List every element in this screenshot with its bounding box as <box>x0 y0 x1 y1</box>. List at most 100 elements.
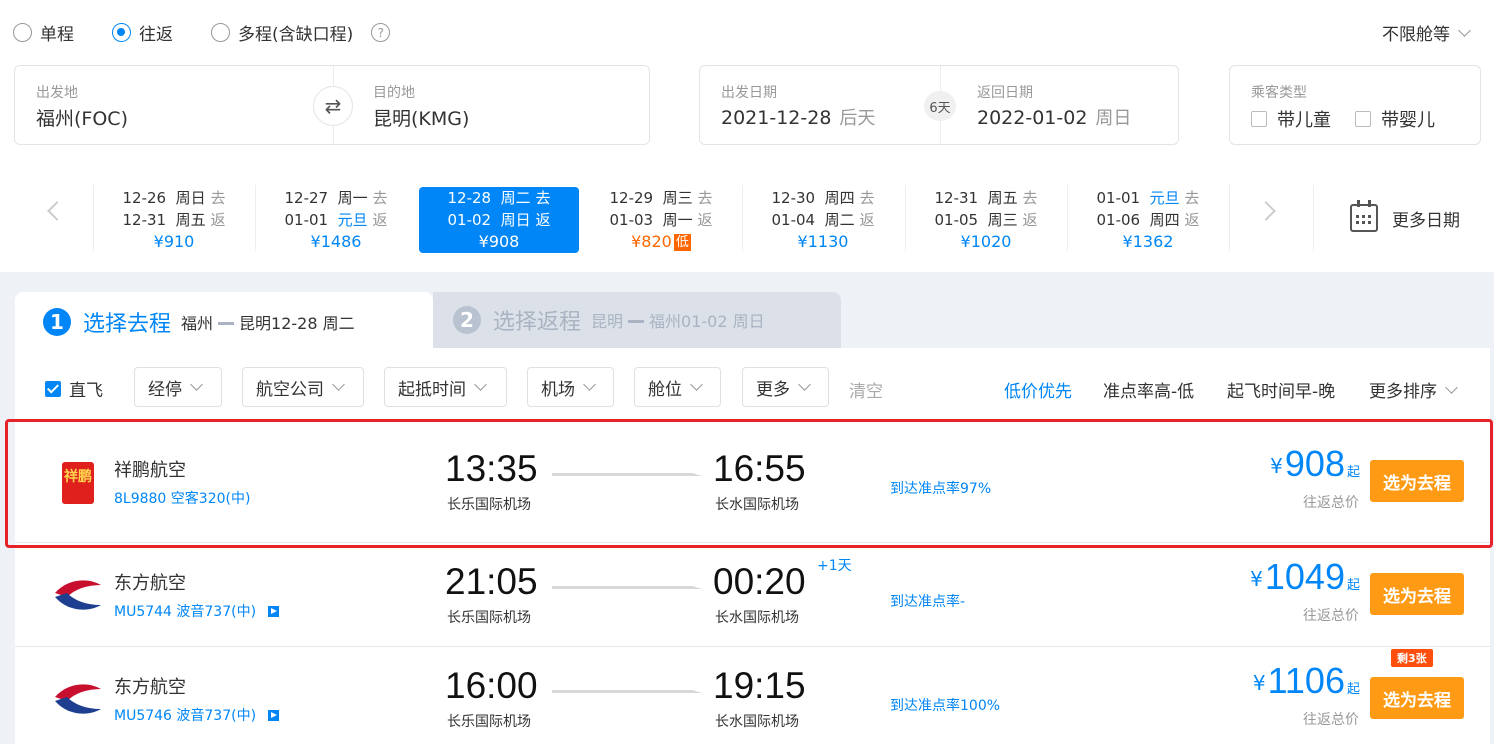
back-day: 周二 <box>824 211 855 229</box>
chevron-left-icon[interactable] <box>47 201 67 221</box>
date-option[interactable]: 12-27 周一 去 01-01 元旦 返 ¥1486 <box>256 187 416 253</box>
step-number: 1 <box>43 308 71 336</box>
go-marker: 去 <box>210 189 226 207</box>
date-option[interactable]: 12-26 周日 去 12-31 周五 返 ¥910 <box>94 187 254 253</box>
clear-filters-button[interactable]: 清空 <box>849 377 883 402</box>
flight-row: 东方航空 MU5744 波音737(中) 21:05 长乐国际机场 00:20 … <box>15 542 1490 646</box>
cabin-class-dropdown[interactable]: 不限舱等 <box>1382 20 1471 45</box>
to-input[interactable]: 昆明(KMG) <box>373 104 469 131</box>
tab-to: 福州 <box>649 312 682 331</box>
flight-row: 东方航空 MU5746 波音737(中) 16:00 长乐国际机场 19:15 … <box>15 646 1490 744</box>
direct-flight-checkbox[interactable]: 直飞 <box>45 376 103 401</box>
back-day: 元旦 <box>337 211 368 229</box>
filter-more[interactable]: 更多 <box>742 367 829 407</box>
go-date: 12-26 <box>122 189 167 207</box>
total-price-label: 往返总价 <box>1303 712 1359 728</box>
flight-number-text: MU5746 波音737(中) <box>114 708 257 724</box>
chevron-down-icon <box>1458 23 1471 37</box>
select-outbound-button[interactable]: 选为去程 <box>1370 677 1464 719</box>
radio-icon <box>13 23 32 42</box>
go-day: 周四 <box>824 189 855 207</box>
radio-one-way[interactable]: 单程 <box>13 20 74 45</box>
filter-stopover[interactable]: 经停 <box>134 367 222 407</box>
go-day: 周日 <box>175 189 206 207</box>
back-day: 周日 <box>500 211 531 229</box>
go-date: 12-27 <box>284 189 329 207</box>
return-date-input[interactable]: 2022-01-02 周日 <box>977 104 1131 130</box>
go-day: 周二 <box>500 189 531 207</box>
flight-number[interactable]: 8L9880 空客320(中) <box>114 488 250 508</box>
sort-ontime-rate[interactable]: 准点率高-低 <box>1103 377 1194 402</box>
go-day: 周一 <box>337 189 368 207</box>
depart-date-sub: 后天 <box>839 108 876 129</box>
to-label: 目的地 <box>373 85 415 101</box>
flight-row: 祥鹏 祥鹏航空 8L9880 空客320(中) 13:35 长乐国际机场 16:… <box>15 430 1490 534</box>
radio-multi-city[interactable]: 多程(含缺口程) <box>211 20 353 45</box>
departure-time: 13:35 <box>445 448 538 489</box>
go-marker: 去 <box>372 189 388 207</box>
filter-time[interactable]: 起抵时间 <box>384 367 507 407</box>
infant-checkbox[interactable]: 带婴儿 <box>1355 106 1435 132</box>
date-option[interactable]: 12-30 周四 去 01-04 周二 返 ¥1130 <box>743 187 903 253</box>
back-marker: 返 <box>1184 211 1200 229</box>
depart-date-label: 出发日期 <box>721 85 777 101</box>
back-marker: 返 <box>535 211 551 229</box>
back-marker: 返 <box>372 211 388 229</box>
date-option[interactable]: 12-29 周三 去 01-03 周一 返 ¥820 低 <box>581 187 741 253</box>
price-from-label: 起 <box>1346 682 1360 697</box>
departure-airport: 长乐国际机场 <box>447 497 531 513</box>
back-marker: 返 <box>859 211 875 229</box>
more-dates-button[interactable]: 更多日期 <box>1350 200 1460 232</box>
from-input[interactable]: 福州(FOC) <box>36 104 128 131</box>
back-day: 周五 <box>175 211 206 229</box>
tab-from: 昆明 <box>591 312 624 331</box>
xiangpeng-airline-logo: 祥鹏 <box>62 462 94 504</box>
filter-airport[interactable]: 机场 <box>527 367 614 407</box>
seats-left-badge: 剩3张 <box>1391 649 1433 667</box>
date-option[interactable]: 01-01 元旦 去 01-06 周四 返 ¥1362 <box>1068 187 1228 253</box>
play-icon[interactable] <box>268 605 280 617</box>
arrival-airport: 长水国际机场 <box>715 714 799 730</box>
filter-airline[interactable]: 航空公司 <box>242 367 364 407</box>
go-date: 12-30 <box>771 189 816 207</box>
checkbox-icon <box>1355 111 1371 127</box>
route-line-icon <box>218 322 235 325</box>
depart-date-value: 2021-12-28 <box>721 107 832 129</box>
back-marker: 返 <box>697 211 713 229</box>
flight-number[interactable]: MU5746 波音737(中) <box>114 705 280 725</box>
route-line-icon <box>628 320 645 323</box>
sort-lowest-price[interactable]: 低价优先 <box>1004 377 1072 402</box>
select-outbound-button[interactable]: 选为去程 <box>1370 573 1464 615</box>
checkbox-icon <box>1251 111 1267 127</box>
help-icon[interactable]: ? <box>371 23 391 42</box>
play-icon[interactable] <box>268 709 280 721</box>
tab-return[interactable]: 2 选择返程 昆明 福州01-02 周日 <box>433 292 841 348</box>
departure-airport: 长乐国际机场 <box>447 610 531 626</box>
depart-date-input[interactable]: 2021-12-28 后天 <box>721 104 875 130</box>
radio-checked-icon <box>112 23 131 42</box>
passenger-label: 乘客类型 <box>1251 85 1307 101</box>
arrival-time: 00:20 <box>713 561 806 602</box>
chevron-down-icon <box>798 378 811 391</box>
currency-symbol: ¥ <box>1270 454 1283 478</box>
swap-icon[interactable]: ⇄ <box>313 86 353 126</box>
filter-cabin[interactable]: 舱位 <box>634 367 721 407</box>
child-checkbox[interactable]: 带儿童 <box>1251 106 1331 132</box>
date-option-selected[interactable]: 12-28 周二 去 01-02 周日 返 ¥908 <box>419 187 579 253</box>
select-outbound-button[interactable]: 选为去程 <box>1370 460 1464 502</box>
radio-round-trip[interactable]: 往返 <box>112 20 173 45</box>
sort-departure-time[interactable]: 起飞时间早-晚 <box>1227 377 1335 402</box>
checkbox-checked-icon <box>45 380 61 397</box>
chevron-right-icon[interactable] <box>1256 201 1276 221</box>
tab-route: 昆明 福州01-02 周日 <box>591 308 765 332</box>
total-price-label: 往返总价 <box>1303 608 1359 624</box>
from-label: 出发地 <box>36 85 78 101</box>
go-marker: 去 <box>535 189 551 207</box>
date-option[interactable]: 12-31 周五 去 01-05 周三 返 ¥1020 <box>906 187 1066 253</box>
sort-more-dropdown[interactable]: 更多排序 <box>1369 377 1458 402</box>
tab-outbound[interactable]: 1 选择去程 福州 昆明12-28 周二 <box>15 292 433 352</box>
chevron-down-icon <box>190 378 203 391</box>
flight-number[interactable]: MU5744 波音737(中) <box>114 601 280 621</box>
date-price: ¥910 <box>153 232 195 251</box>
back-date: 01-04 <box>771 211 816 229</box>
